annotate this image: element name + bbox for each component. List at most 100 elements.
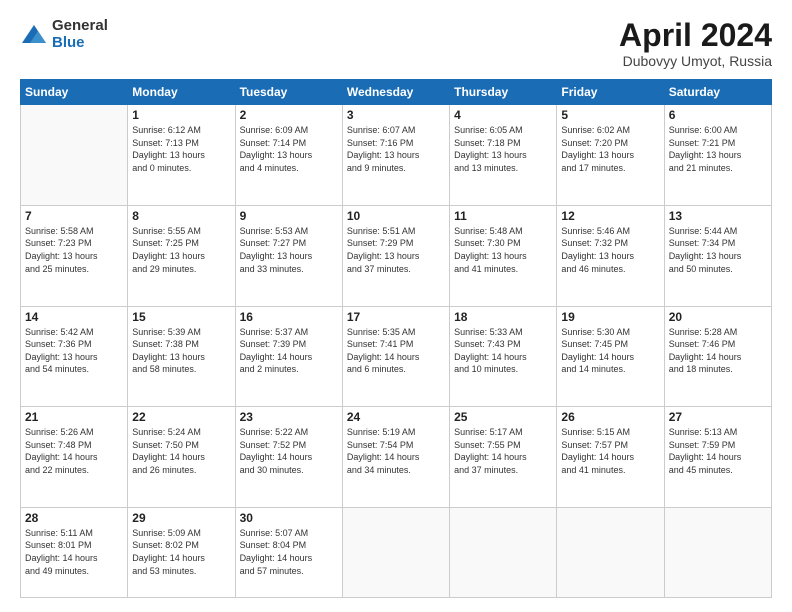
day-number: 26 [561, 410, 659, 424]
day-number: 9 [240, 209, 338, 223]
title-block: April 2024 Dubovyy Umyot, Russia [619, 18, 772, 69]
calendar-cell [664, 507, 771, 597]
day-info: Sunrise: 6:07 AMSunset: 7:16 PMDaylight:… [347, 124, 445, 174]
calendar-cell: 9 Sunrise: 5:53 AMSunset: 7:27 PMDaylight… [235, 205, 342, 306]
day-info: Sunrise: 5:22 AMSunset: 7:52 PMDaylight:… [240, 426, 338, 476]
day-number: 4 [454, 108, 552, 122]
calendar-cell: 28Sunrise: 5:11 AMSunset: 8:01 PMDayligh… [21, 507, 128, 597]
calendar-cell: 30 Sunrise: 5:07 AMSunset: 8:04 PMDayligh… [235, 507, 342, 597]
col-sunday: Sunday [21, 80, 128, 105]
day-number: 20 [669, 310, 767, 324]
calendar-cell: 5Sunrise: 6:02 AMSunset: 7:20 PMDaylight… [557, 105, 664, 206]
day-number: 8 [132, 209, 230, 223]
calendar-cell: 19Sunrise: 5:30 AMSunset: 7:45 PMDayligh… [557, 306, 664, 407]
day-info: Sunrise: 5:44 AMSunset: 7:34 PMDaylight:… [669, 225, 767, 275]
day-number: 3 [347, 108, 445, 122]
calendar-cell: 2 Sunrise: 6:09 AMSunset: 7:14 PMDaylight… [235, 105, 342, 206]
calendar-cell: 3 Sunrise: 6:07 AMSunset: 7:16 PMDaylight… [342, 105, 449, 206]
day-info: Sunrise: 5:17 AMSunset: 7:55 PMDaylight:… [454, 426, 552, 476]
day-number: 30 [240, 511, 338, 525]
day-number: 18 [454, 310, 552, 324]
day-number: 14 [25, 310, 123, 324]
main-title: April 2024 [619, 18, 772, 53]
day-number: 6 [669, 108, 767, 122]
calendar-cell: 20 Sunrise: 5:28 AMSunset: 7:46 PMDayligh… [664, 306, 771, 407]
day-info: Sunrise: 5:30 AMSunset: 7:45 PMDaylight:… [561, 326, 659, 376]
calendar-cell: 23 Sunrise: 5:22 AMSunset: 7:52 PMDayligh… [235, 407, 342, 508]
day-info: Sunrise: 6:05 AMSunset: 7:18 PMDaylight:… [454, 124, 552, 174]
day-info: Sunrise: 5:19 AMSunset: 7:54 PMDaylight:… [347, 426, 445, 476]
day-info: Sunrise: 5:37 AMSunset: 7:39 PMDaylight:… [240, 326, 338, 376]
day-number: 2 [240, 108, 338, 122]
day-info: Sunrise: 5:35 AMSunset: 7:41 PMDaylight:… [347, 326, 445, 376]
day-number: 10 [347, 209, 445, 223]
calendar-cell: 1 Sunrise: 6:12 AMSunset: 7:13 PMDaylight… [128, 105, 235, 206]
day-info: Sunrise: 5:24 AMSunset: 7:50 PMDaylight:… [132, 426, 230, 476]
calendar-header-row: Sunday Monday Tuesday Wednesday Thursday… [21, 80, 772, 105]
day-info: Sunrise: 5:15 AMSunset: 7:57 PMDaylight:… [561, 426, 659, 476]
day-number: 1 [132, 108, 230, 122]
calendar-cell: 13 Sunrise: 5:44 AMSunset: 7:34 PMDayligh… [664, 205, 771, 306]
col-saturday: Saturday [664, 80, 771, 105]
calendar-cell: 24 Sunrise: 5:19 AMSunset: 7:54 PMDayligh… [342, 407, 449, 508]
calendar-cell: 25Sunrise: 5:17 AMSunset: 7:55 PMDayligh… [450, 407, 557, 508]
day-info: Sunrise: 5:53 AMSunset: 7:27 PMDaylight:… [240, 225, 338, 275]
calendar-cell: 29 Sunrise: 5:09 AMSunset: 8:02 PMDayligh… [128, 507, 235, 597]
day-number: 7 [25, 209, 123, 223]
col-friday: Friday [557, 80, 664, 105]
calendar-cell [450, 507, 557, 597]
page: General Blue April 2024 Dubovyy Umyot, R… [0, 0, 792, 612]
day-info: Sunrise: 5:09 AMSunset: 8:02 PMDaylight:… [132, 527, 230, 577]
week-row-2: 7 Sunrise: 5:58 AMSunset: 7:23 PMDaylight… [21, 205, 772, 306]
calendar-cell: 17 Sunrise: 5:35 AMSunset: 7:41 PMDayligh… [342, 306, 449, 407]
day-number: 23 [240, 410, 338, 424]
logo-blue-text: Blue [52, 35, 108, 52]
day-number: 5 [561, 108, 659, 122]
day-number: 13 [669, 209, 767, 223]
header: General Blue April 2024 Dubovyy Umyot, R… [20, 18, 772, 69]
week-row-5: 28Sunrise: 5:11 AMSunset: 8:01 PMDayligh… [21, 507, 772, 597]
day-info: Sunrise: 6:09 AMSunset: 7:14 PMDaylight:… [240, 124, 338, 174]
day-info: Sunrise: 5:39 AMSunset: 7:38 PMDaylight:… [132, 326, 230, 376]
day-info: Sunrise: 5:28 AMSunset: 7:46 PMDaylight:… [669, 326, 767, 376]
calendar-cell: 7 Sunrise: 5:58 AMSunset: 7:23 PMDaylight… [21, 205, 128, 306]
logo-general-text: General [52, 18, 108, 35]
week-row-4: 21 Sunrise: 5:26 AMSunset: 7:48 PMDayligh… [21, 407, 772, 508]
col-thursday: Thursday [450, 80, 557, 105]
day-info: Sunrise: 5:13 AMSunset: 7:59 PMDaylight:… [669, 426, 767, 476]
col-tuesday: Tuesday [235, 80, 342, 105]
calendar-cell: 12Sunrise: 5:46 AMSunset: 7:32 PMDayligh… [557, 205, 664, 306]
day-number: 17 [347, 310, 445, 324]
calendar-cell: 21 Sunrise: 5:26 AMSunset: 7:48 PMDayligh… [21, 407, 128, 508]
calendar-cell [557, 507, 664, 597]
logo-text: General Blue [52, 18, 108, 51]
calendar-cell: 8Sunrise: 5:55 AMSunset: 7:25 PMDaylight… [128, 205, 235, 306]
day-info: Sunrise: 6:12 AMSunset: 7:13 PMDaylight:… [132, 124, 230, 174]
day-number: 12 [561, 209, 659, 223]
calendar-cell: 10Sunrise: 5:51 AMSunset: 7:29 PMDayligh… [342, 205, 449, 306]
calendar-cell: 11Sunrise: 5:48 AMSunset: 7:30 PMDayligh… [450, 205, 557, 306]
day-number: 11 [454, 209, 552, 223]
calendar-cell: 18 Sunrise: 5:33 AMSunset: 7:43 PMDayligh… [450, 306, 557, 407]
calendar-cell: 22Sunrise: 5:24 AMSunset: 7:50 PMDayligh… [128, 407, 235, 508]
day-info: Sunrise: 5:33 AMSunset: 7:43 PMDaylight:… [454, 326, 552, 376]
day-number: 16 [240, 310, 338, 324]
calendar-cell [21, 105, 128, 206]
day-info: Sunrise: 5:58 AMSunset: 7:23 PMDaylight:… [25, 225, 123, 275]
day-info: Sunrise: 6:00 AMSunset: 7:21 PMDaylight:… [669, 124, 767, 174]
day-info: Sunrise: 5:07 AMSunset: 8:04 PMDaylight:… [240, 527, 338, 577]
day-number: 29 [132, 511, 230, 525]
week-row-1: 1 Sunrise: 6:12 AMSunset: 7:13 PMDaylight… [21, 105, 772, 206]
day-number: 24 [347, 410, 445, 424]
calendar-cell: 6 Sunrise: 6:00 AMSunset: 7:21 PMDaylight… [664, 105, 771, 206]
day-number: 15 [132, 310, 230, 324]
subtitle: Dubovyy Umyot, Russia [619, 53, 772, 69]
calendar-cell: 4 Sunrise: 6:05 AMSunset: 7:18 PMDaylight… [450, 105, 557, 206]
day-info: Sunrise: 5:26 AMSunset: 7:48 PMDaylight:… [25, 426, 123, 476]
logo-icon [20, 21, 48, 49]
calendar-cell [342, 507, 449, 597]
calendar-cell: 27Sunrise: 5:13 AMSunset: 7:59 PMDayligh… [664, 407, 771, 508]
day-number: 21 [25, 410, 123, 424]
col-monday: Monday [128, 80, 235, 105]
calendar-cell: 15 Sunrise: 5:39 AMSunset: 7:38 PMDayligh… [128, 306, 235, 407]
